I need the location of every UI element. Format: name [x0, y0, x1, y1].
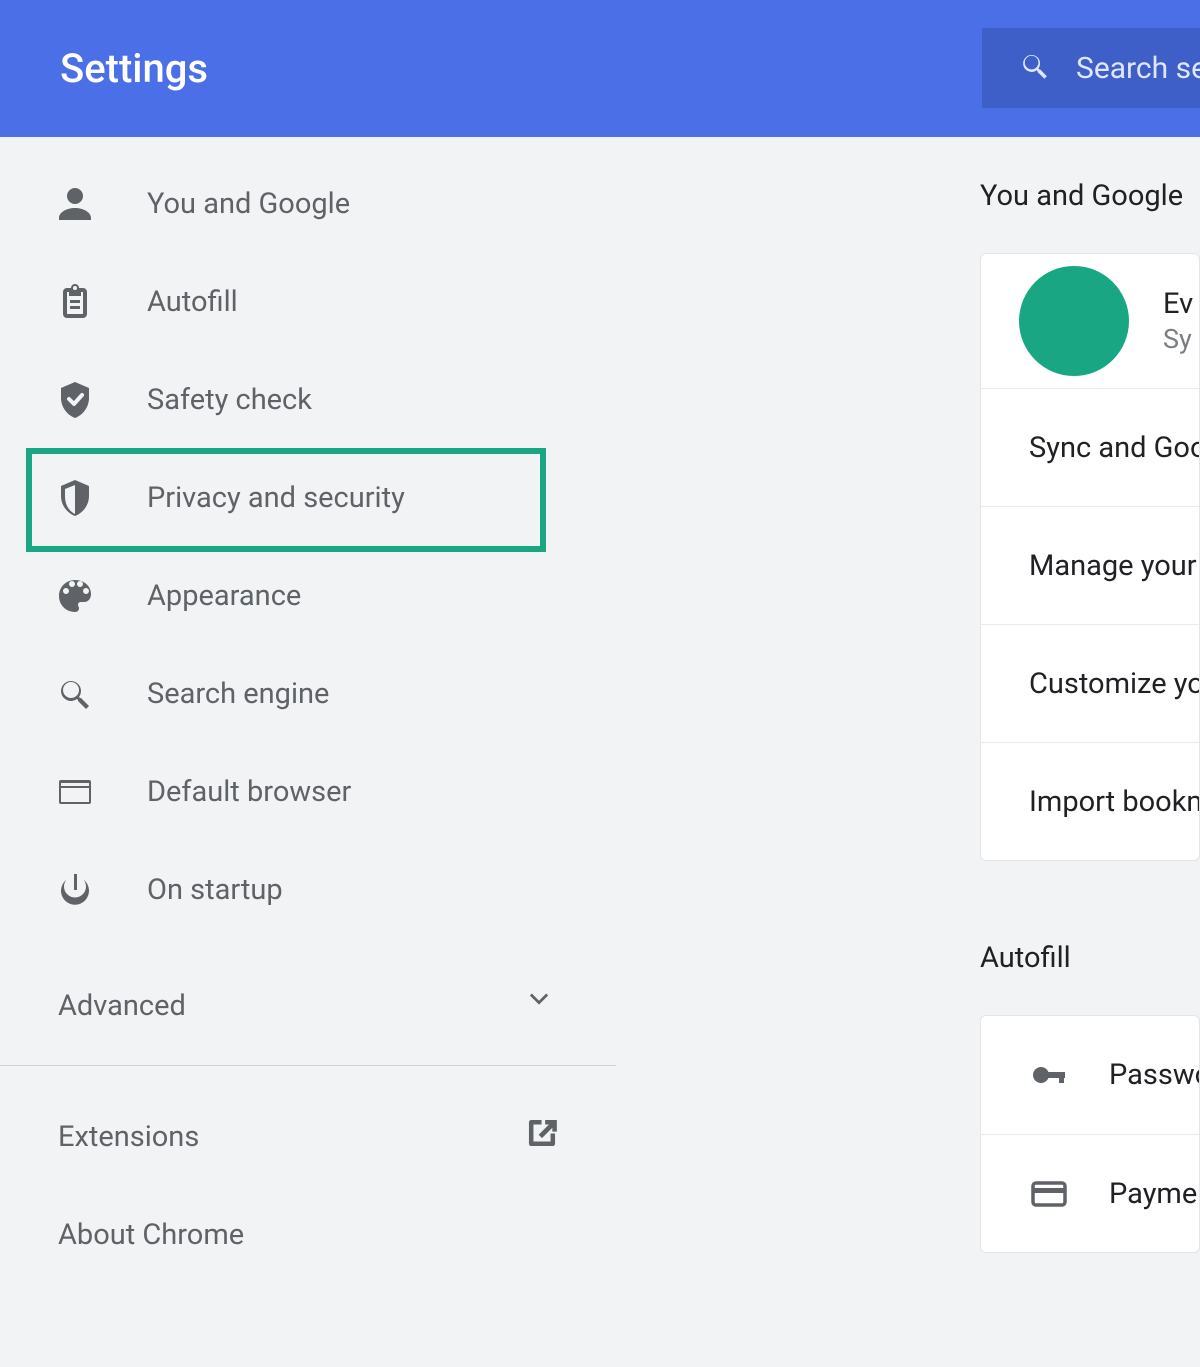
sidebar-item-label: Privacy and security [147, 481, 405, 515]
page-title: Settings [60, 45, 208, 92]
sidebar-item-label: Default browser [147, 775, 351, 809]
sidebar-item-on-startup[interactable]: On startup [0, 841, 616, 939]
sidebar-item-label: Safety check [147, 383, 312, 417]
sidebar-item-label: On startup [147, 873, 283, 907]
sidebar-item-extensions[interactable]: Extensions [0, 1088, 616, 1186]
sidebar-advanced-toggle[interactable]: Advanced [0, 957, 616, 1055]
row-label: Manage your Google Account [1029, 549, 1200, 583]
sidebar-item-label: Search engine [147, 677, 329, 711]
section-title-autofill: Autofill [980, 941, 1200, 975]
profile-row[interactable]: Ev Sy [981, 254, 1199, 388]
sidebar-item-label: Appearance [147, 579, 301, 613]
advanced-label: Advanced [58, 989, 186, 1023]
sidebar-item-autofill[interactable]: Autofill [0, 253, 616, 351]
key-icon [1029, 1055, 1069, 1095]
avatar [1019, 266, 1129, 376]
row-label: Customize your Chrome profile [1029, 667, 1200, 701]
sidebar-item-about-chrome[interactable]: About Chrome [0, 1186, 616, 1284]
browser-icon [55, 772, 95, 812]
person-icon [55, 184, 95, 224]
row-label: Payment methods [1109, 1177, 1200, 1211]
sidebar-item-privacy-security[interactable]: Privacy and security [0, 449, 616, 547]
row-payment-methods[interactable]: Payment methods [981, 1134, 1199, 1252]
power-icon [55, 870, 95, 910]
app-header: Settings Search settings [0, 0, 1200, 137]
shield-icon [55, 478, 95, 518]
search-box[interactable]: Search settings [982, 28, 1200, 108]
row-sync-services[interactable]: Sync and Google services [981, 388, 1199, 506]
row-label: Import bookmarks and settings [1029, 785, 1200, 819]
row-passwords[interactable]: Passwords [981, 1016, 1199, 1134]
sidebar-item-default-browser[interactable]: Default browser [0, 743, 616, 841]
profile-name: Ev [1163, 287, 1193, 321]
sidebar-item-label: You and Google [147, 187, 350, 221]
settings-sidebar: You and Google Autofill Safety check Pri… [0, 137, 616, 1367]
extensions-label: Extensions [58, 1120, 199, 1154]
section-title-you-and-google: You and Google [980, 179, 1200, 213]
row-label: Passwords [1109, 1058, 1200, 1092]
profile-subtext: Sy [1163, 323, 1193, 355]
settings-main: You and Google Ev Sy Sync and Google ser… [616, 137, 1200, 1367]
sidebar-item-search-engine[interactable]: Search engine [0, 645, 616, 743]
row-import-bookmarks[interactable]: Import bookmarks and settings [981, 742, 1199, 860]
about-label: About Chrome [58, 1218, 244, 1252]
profile-card: Ev Sy Sync and Google services Manage yo… [980, 253, 1200, 861]
row-label: Sync and Google services [1029, 431, 1200, 465]
sidebar-item-safety-check[interactable]: Safety check [0, 351, 616, 449]
open-external-icon [524, 1115, 560, 1159]
sidebar-item-appearance[interactable]: Appearance [0, 547, 616, 645]
shield-check-icon [55, 380, 95, 420]
card-icon [1029, 1174, 1069, 1214]
autofill-card: Passwords Payment methods [980, 1015, 1200, 1253]
clipboard-icon [55, 282, 95, 322]
row-manage-account[interactable]: Manage your Google Account [981, 506, 1199, 624]
search-placeholder: Search settings [1076, 51, 1200, 86]
row-customize-profile[interactable]: Customize your Chrome profile [981, 624, 1199, 742]
search-icon [1018, 49, 1052, 87]
chevron-down-icon [526, 989, 552, 1023]
sidebar-divider [0, 1065, 616, 1066]
search-icon [55, 674, 95, 714]
palette-icon [55, 576, 95, 616]
sidebar-item-label: Autofill [147, 285, 238, 319]
sidebar-item-you-and-google[interactable]: You and Google [0, 155, 616, 253]
